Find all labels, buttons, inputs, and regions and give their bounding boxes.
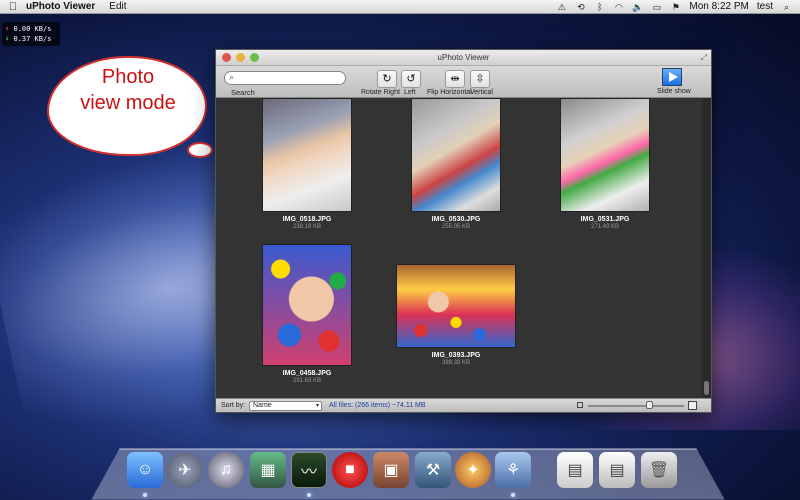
running-indicator (511, 493, 515, 497)
download-rate: 0.37 KB/s (13, 35, 52, 43)
photo-filesize: 255.05 KB (441, 224, 471, 230)
callout-text: Photo view mode (62, 64, 194, 116)
trash-icon[interactable]: 🗑 (641, 452, 677, 488)
photo-filesize: 389.38 KB (441, 360, 471, 366)
slideshow-button[interactable] (662, 68, 682, 86)
battery-icon[interactable]: ▭ (651, 2, 662, 12)
menu-app-name[interactable]: uPhoto Viewer (26, 1, 95, 12)
photo-item[interactable]: IMG_0531.JPG 271.49 KB (545, 98, 665, 230)
zoom-slider-track[interactable] (588, 405, 684, 407)
rotate-left-button[interactable]: ↺ (401, 70, 421, 88)
flip-horizontal-label: Flip Horizontal (427, 89, 472, 96)
rotate-right-label: Rotate Right (361, 89, 400, 96)
flip-vertical-button[interactable]: ⇳ (470, 70, 490, 88)
photo-thumbnail[interactable] (262, 98, 352, 212)
menu-clock[interactable]: Mon 8:22 PM (689, 1, 748, 12)
bluetooth-icon[interactable]: ᛒ (594, 2, 605, 12)
zoom-large-icon[interactable] (688, 401, 697, 410)
download-arrow-icon: ⬇ (5, 35, 10, 43)
preview-icon[interactable]: ▣ (373, 452, 409, 488)
photo-thumbnail[interactable] (560, 98, 650, 212)
running-indicator (143, 493, 147, 497)
zoom-small-icon[interactable] (577, 402, 583, 408)
status-bar: Sort by: Name ▾ All files: (266 items) ~… (216, 398, 711, 412)
chevron-down-icon: ▾ (315, 403, 319, 409)
documents-stack-icon[interactable]: ▤ (557, 452, 593, 488)
network-monitor: ⬆ 0.00 KB/s ⬇ 0.37 KB/s (2, 22, 60, 46)
callout-line2: view mode (80, 92, 176, 114)
search-icon: ⌕ (229, 72, 235, 82)
apple-menu-icon[interactable]:  (0, 1, 26, 13)
flag-icon[interactable]: ⚑ (670, 2, 681, 12)
video-icon[interactable]: ■ (332, 452, 368, 488)
running-indicator (307, 493, 311, 497)
rotate-right-icon: ↻ (382, 73, 392, 85)
zoom-button[interactable] (250, 53, 259, 62)
xcode-icon[interactable]: ⚒ (415, 452, 451, 488)
search-label: Search (231, 88, 255, 97)
close-button[interactable] (222, 53, 231, 62)
photo-filesize: 271.49 KB (590, 224, 620, 230)
rotate-right-button[interactable]: ↻ (377, 70, 397, 88)
flip-vertical-label: Vertical (470, 89, 493, 96)
photo-item[interactable]: IMG_0518.JPG 238.18 KB (247, 98, 367, 230)
photo-item[interactable]: IMG_0530.JPG 255.05 KB (396, 98, 516, 230)
callout-tail-large (187, 142, 213, 158)
fullscreen-icon[interactable]: ⤢ (701, 53, 707, 63)
photo-filename: IMG_0531.JPG (580, 216, 630, 223)
time-machine-icon[interactable]: ⟲ (575, 2, 586, 12)
launchpad-icon[interactable]: ✈ (167, 452, 203, 488)
menu-edit[interactable]: Edit (109, 1, 126, 12)
photo-thumbnail[interactable] (262, 244, 352, 366)
sort-label: Sort by: (221, 402, 246, 409)
activity-monitor-icon[interactable]: 〰 (291, 452, 327, 488)
callout-line1: Photo (101, 66, 155, 88)
rotate-left-label: Left (404, 89, 416, 96)
photo-thumbnail[interactable] (396, 264, 516, 348)
file-summary: All files: (266 items) ~74.11 MB (329, 402, 426, 409)
warning-icon[interactable]: ⚠ (556, 2, 567, 12)
uphoto-window: uPhoto Viewer ⤢ ⌕ Search ↻ ↺ Rotate Righ… (215, 49, 712, 413)
app-pro-icon[interactable]: ✦ (455, 452, 491, 488)
scroll-thumb[interactable] (704, 381, 709, 395)
photo-item[interactable]: IMG_0458.JPG 291.63 KB (247, 244, 367, 384)
flip-horizontal-button[interactable]: ⇹ (445, 70, 465, 88)
finder-icon[interactable]: ☺ (127, 452, 163, 488)
spotlight-icon[interactable]: ⌕ (781, 2, 792, 12)
window-title: uPhoto Viewer (437, 53, 490, 62)
upload-arrow-icon: ⬆ (5, 25, 10, 33)
menu-bar:  uPhoto Viewer Edit ⚠ ⟲ ᛒ ◠ 🔈 ▭ ⚑ Mon 8… (0, 0, 800, 14)
photo-filename: IMG_0458.JPG (282, 370, 332, 377)
photo-filesize: 291.63 KB (292, 378, 322, 384)
photo-icon[interactable]: ⚘ (495, 452, 531, 488)
volume-icon[interactable]: 🔈 (632, 2, 643, 12)
sort-value: Name (253, 402, 272, 409)
slideshow-label: Slide show (657, 88, 691, 95)
window-titlebar[interactable]: uPhoto Viewer ⤢ (216, 50, 711, 66)
wifi-icon[interactable]: ◠ (613, 2, 624, 12)
rotate-left-icon: ↺ (406, 73, 416, 85)
sort-select[interactable]: Name ▾ (249, 401, 322, 411)
photo-filename: IMG_0518.JPG (282, 216, 332, 223)
photo-thumbnail[interactable] (411, 98, 501, 212)
downloads-stack-icon[interactable]: ▤ (599, 452, 635, 488)
photo-filename: IMG_0530.JPG (431, 216, 481, 223)
toolbar: ⌕ Search ↻ ↺ Rotate Right Left ⇹ ⇳ Flip … (216, 66, 711, 98)
photo-grid: IMG_0518.JPG 238.18 KB IMG_0530.JPG 255.… (216, 98, 703, 399)
flip-horizontal-icon: ⇹ (450, 73, 460, 85)
minimize-button[interactable] (236, 53, 245, 62)
photo-item[interactable]: IMG_0393.JPG 389.38 KB (396, 264, 516, 366)
app-icon[interactable]: ▦ (250, 452, 286, 488)
itunes-icon[interactable]: ♫ (208, 452, 244, 488)
menu-user[interactable]: test (757, 1, 773, 12)
photo-filename: IMG_0393.JPG (431, 352, 481, 359)
vertical-scrollbar[interactable] (702, 98, 711, 399)
search-input[interactable]: ⌕ (224, 71, 346, 85)
photo-filesize: 238.18 KB (292, 224, 322, 230)
upload-rate: 0.00 KB/s (13, 25, 52, 33)
zoom-slider-knob[interactable] (646, 401, 653, 409)
flip-vertical-icon: ⇳ (475, 73, 485, 85)
